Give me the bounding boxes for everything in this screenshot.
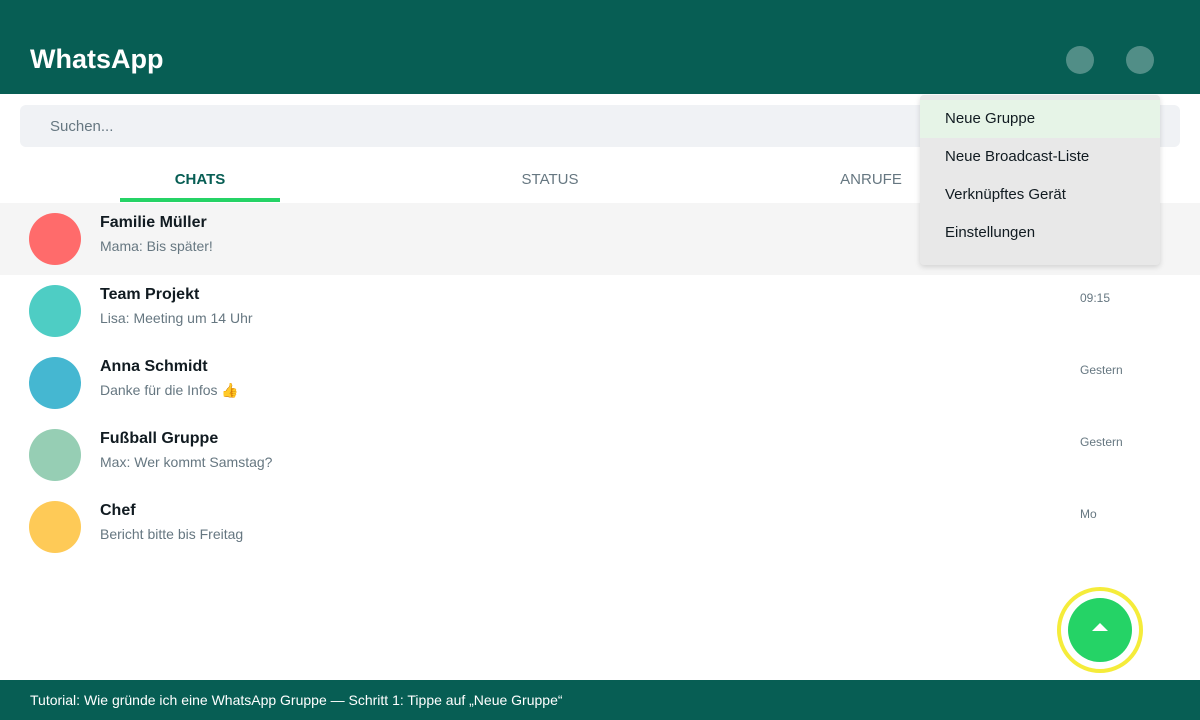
app-title: WhatsApp	[30, 44, 164, 74]
menu-item-settings[interactable]: Einstellungen	[920, 214, 1160, 252]
search-icon[interactable]	[1066, 46, 1094, 74]
whatsapp-app: WhatsApp CHATS STATUS ANRUFE Familie Mül…	[0, 0, 1200, 720]
chat-time: Gestern	[1080, 435, 1123, 449]
avatar	[29, 213, 81, 265]
tutorial-caption: Tutorial: Wie gründe ich eine WhatsApp G…	[30, 692, 563, 708]
tab-status[interactable]: STATUS	[470, 164, 630, 202]
chat-time: 09:15	[1080, 291, 1111, 305]
overflow-menu: Neue Gruppe Neue Broadcast-Liste Verknüp…	[920, 95, 1160, 265]
chat-preview: Lisa: Meeting um 14 Uhr	[100, 310, 253, 326]
avatar	[29, 429, 81, 481]
app-header: WhatsApp	[0, 0, 1200, 94]
active-tab-indicator	[120, 198, 280, 202]
tutorial-footer: Tutorial: Wie gründe ich eine WhatsApp G…	[0, 680, 1200, 720]
chat-item-team-projekt[interactable]: Team Projekt Lisa: Meeting um 14 Uhr 09:…	[0, 275, 1200, 347]
menu-item-linked-device[interactable]: Verknüpftes Gerät	[920, 176, 1160, 214]
menu-item-new-broadcast[interactable]: Neue Broadcast-Liste	[920, 138, 1160, 176]
floating-action-button[interactable]	[1068, 598, 1132, 662]
chat-preview: Mama: Bis später!	[100, 238, 213, 254]
more-options-icon[interactable]	[1126, 46, 1154, 74]
menu-item-new-group[interactable]: Neue Gruppe	[920, 100, 1160, 138]
chat-name: Team Projekt	[100, 286, 200, 303]
chat-item-anna-schmidt[interactable]: Anna Schmidt Danke für die Infos 👍 Geste…	[0, 347, 1200, 419]
avatar	[29, 501, 81, 553]
tab-chats[interactable]: CHATS	[120, 164, 280, 202]
chat-preview: Max: Wer kommt Samstag?	[100, 454, 273, 470]
chat-name: Anna Schmidt	[100, 358, 208, 375]
scroll-up-arrow-icon	[1092, 623, 1108, 631]
chat-time: Mo	[1080, 507, 1097, 521]
chat-item-fussball-gruppe[interactable]: Fußball Gruppe Max: Wer kommt Samstag? G…	[0, 419, 1200, 491]
chat-item-chef[interactable]: Chef Bericht bitte bis Freitag Mo	[0, 491, 1200, 563]
chat-name: Fußball Gruppe	[100, 430, 219, 447]
chat-time: Gestern	[1080, 363, 1123, 377]
chat-preview: Danke für die Infos 👍	[100, 382, 239, 398]
avatar	[29, 285, 81, 337]
chat-name: Familie Müller	[100, 214, 207, 231]
chat-preview: Bericht bitte bis Freitag	[100, 526, 244, 542]
chat-name: Chef	[100, 502, 136, 519]
avatar	[29, 357, 81, 409]
